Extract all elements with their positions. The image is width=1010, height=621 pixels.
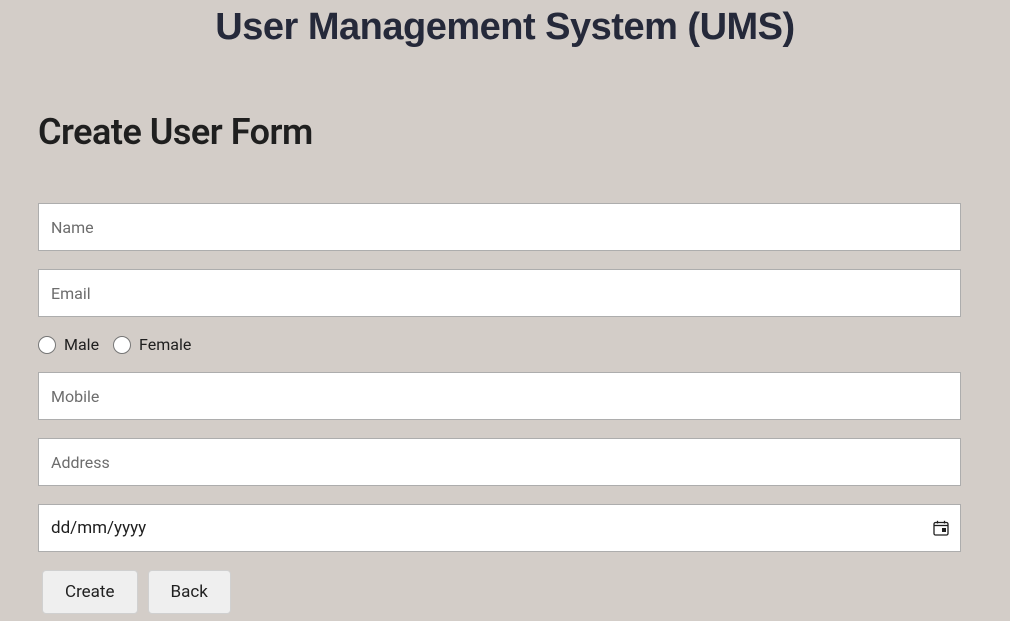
back-button[interactable]: Back	[148, 570, 231, 614]
date-input[interactable]	[38, 504, 961, 552]
gender-radio-group: Male Female	[38, 335, 972, 354]
gender-male-label: Male	[64, 335, 99, 354]
form-heading: Create User Form	[38, 111, 972, 153]
button-row: Create Back	[42, 570, 972, 614]
gender-male-radio[interactable]	[38, 336, 56, 354]
app-title: User Management System (UMS)	[0, 0, 1010, 49]
address-input[interactable]	[38, 438, 961, 486]
email-input[interactable]	[38, 269, 961, 317]
gender-female-label: Female	[139, 335, 191, 354]
create-button[interactable]: Create	[42, 570, 138, 614]
gender-female-radio[interactable]	[113, 336, 131, 354]
create-user-form: Male Female Create Back	[38, 203, 972, 614]
form-container: Create User Form Male Female	[0, 111, 1010, 614]
name-input[interactable]	[38, 203, 961, 251]
date-input-wrapper	[38, 504, 961, 552]
mobile-input[interactable]	[38, 372, 961, 420]
